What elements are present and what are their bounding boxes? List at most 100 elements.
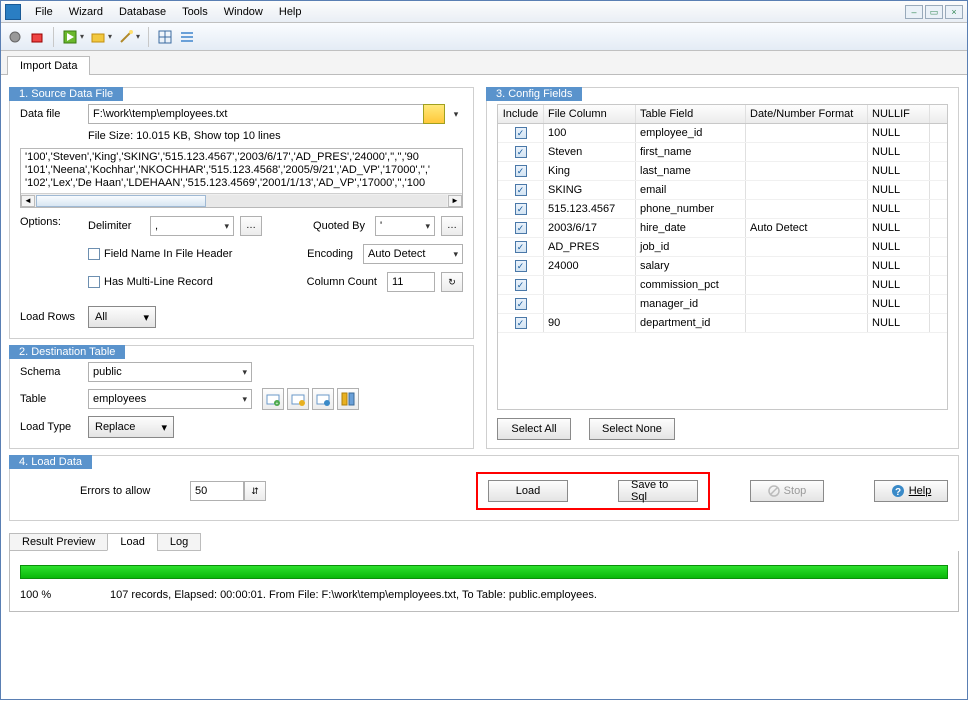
menu-database[interactable]: Database	[111, 4, 174, 20]
schema-select[interactable]: public▾	[88, 362, 252, 382]
cell-nullif: NULL	[868, 295, 930, 313]
close-button[interactable]: ×	[945, 5, 963, 19]
table-action-2-button[interactable]	[287, 388, 309, 410]
toolbar-folder-dropdown[interactable]: ▾	[90, 29, 112, 45]
toolbar-icon-1[interactable]	[7, 29, 23, 45]
svg-text:?: ?	[895, 487, 901, 498]
table-row[interactable]: ✓Kinglast_nameNULL	[498, 162, 947, 181]
scrollbar-thumb[interactable]	[36, 195, 206, 207]
quotedby-label: Quoted By	[303, 220, 365, 232]
columncount-detect-button[interactable]: ↻	[441, 272, 463, 292]
main-tabstrip: Import Data	[1, 51, 967, 74]
cell-tablefield: job_id	[636, 238, 746, 256]
delimiter-select[interactable]: ,▾	[150, 216, 234, 236]
include-checkbox[interactable]: ✓	[515, 127, 527, 139]
save-to-sql-button[interactable]: Save to Sql	[618, 480, 698, 502]
col-nullif[interactable]: NULLIF	[868, 105, 930, 123]
table-row[interactable]: ✓515.123.4567phone_numberNULL	[498, 200, 947, 219]
multiline-checkbox[interactable]: Has Multi-Line Record	[88, 276, 213, 288]
cell-nullif: NULL	[868, 314, 930, 332]
load-button[interactable]: Load	[488, 480, 568, 502]
table-row[interactable]: ✓Stevenfirst_nameNULL	[498, 143, 947, 162]
menu-wizard[interactable]: Wizard	[61, 4, 111, 20]
datafile-history-dropdown[interactable]: ▾	[449, 109, 463, 120]
cell-filecolumn: Steven	[544, 143, 636, 161]
select-all-button[interactable]: Select All	[497, 418, 571, 440]
table-row[interactable]: ✓90department_idNULL	[498, 314, 947, 333]
cell-datefmt	[746, 276, 868, 294]
toolbar-run-dropdown[interactable]: ▾	[62, 29, 84, 45]
columncount-input[interactable]: 11	[387, 272, 435, 292]
errors-stepper[interactable]: ⇵	[244, 481, 266, 501]
table-row[interactable]: ✓100employee_idNULL	[498, 124, 947, 143]
menu-window[interactable]: Window	[216, 4, 271, 20]
menubar: File Wizard Database Tools Window Help –…	[1, 1, 967, 23]
table-row[interactable]: ✓commission_pctNULL	[498, 276, 947, 295]
loadrows-select[interactable]: All▾	[88, 306, 156, 328]
cell-nullif: NULL	[868, 219, 930, 237]
preview-scrollbar[interactable]: ◄ ►	[21, 193, 462, 207]
table-row[interactable]: ✓manager_idNULL	[498, 295, 947, 314]
toolbar-list-icon[interactable]	[179, 29, 195, 45]
menu-file[interactable]: File	[27, 4, 61, 20]
table-action-3-button[interactable]	[312, 388, 334, 410]
datafile-input[interactable]: F:\work\temp\employees.txt	[88, 104, 424, 124]
tab-log[interactable]: Log	[157, 533, 201, 551]
col-include[interactable]: Include	[498, 105, 544, 123]
scrollbar-right-icon[interactable]: ►	[448, 195, 462, 207]
col-datefmt[interactable]: Date/Number Format	[746, 105, 868, 123]
help-icon: ?	[891, 484, 905, 498]
toolbar-icon-2[interactable]	[29, 29, 45, 45]
col-tablefield[interactable]: Table Field	[636, 105, 746, 123]
include-checkbox[interactable]: ✓	[515, 241, 527, 253]
toolbar-grid-icon[interactable]	[157, 29, 173, 45]
include-checkbox[interactable]: ✓	[515, 317, 527, 329]
quotedby-more-button[interactable]: …	[441, 216, 463, 236]
maximize-button[interactable]: ▭	[925, 5, 943, 19]
fieldname-in-header-checkbox[interactable]: Field Name In File Header	[88, 248, 232, 260]
table-select[interactable]: employees▾	[88, 389, 252, 409]
quotedby-select[interactable]: '▾	[375, 216, 435, 236]
toolbar-wand-dropdown[interactable]: ▾	[118, 29, 140, 45]
tab-load[interactable]: Load	[107, 533, 157, 551]
output-panel: 100 % 107 records, Elapsed: 00:00:01. Fr…	[9, 551, 959, 612]
include-checkbox[interactable]: ✓	[515, 222, 527, 234]
cell-datefmt	[746, 257, 868, 275]
include-checkbox[interactable]: ✓	[515, 146, 527, 158]
errors-to-allow-input[interactable]: 50	[190, 481, 244, 501]
tab-result-preview[interactable]: Result Preview	[9, 533, 108, 551]
tab-import-data[interactable]: Import Data	[7, 56, 90, 75]
browse-file-button[interactable]	[423, 104, 445, 124]
include-checkbox[interactable]: ✓	[515, 279, 527, 291]
cell-tablefield: last_name	[636, 162, 746, 180]
cell-tablefield: phone_number	[636, 200, 746, 218]
delimiter-more-button[interactable]: …	[240, 216, 262, 236]
include-checkbox[interactable]: ✓	[515, 165, 527, 177]
table-row[interactable]: ✓24000salaryNULL	[498, 257, 947, 276]
table-action-4-button[interactable]	[337, 388, 359, 410]
table-action-1-button[interactable]: +	[262, 388, 284, 410]
help-button[interactable]: ? Help	[874, 480, 948, 502]
scrollbar-left-icon[interactable]: ◄	[21, 195, 35, 207]
menu-tools[interactable]: Tools	[174, 4, 216, 20]
include-checkbox[interactable]: ✓	[515, 184, 527, 196]
table-row[interactable]: ✓2003/6/17hire_dateAuto DetectNULL	[498, 219, 947, 238]
table-row[interactable]: ✓SKINGemailNULL	[498, 181, 947, 200]
columncount-label: Column Count	[299, 276, 377, 288]
cell-nullif: NULL	[868, 257, 930, 275]
include-checkbox[interactable]: ✓	[515, 260, 527, 272]
cell-tablefield: hire_date	[636, 219, 746, 237]
stop-button[interactable]: Stop	[750, 480, 824, 502]
encoding-select[interactable]: Auto Detect▾	[363, 244, 463, 264]
errors-to-allow-label: Errors to allow	[80, 485, 170, 497]
loadtype-select[interactable]: Replace▾	[88, 416, 174, 438]
select-none-button[interactable]: Select None	[589, 418, 675, 440]
table-row[interactable]: ✓AD_PRESjob_idNULL	[498, 238, 947, 257]
col-filecolumn[interactable]: File Column	[544, 105, 636, 123]
include-checkbox[interactable]: ✓	[515, 203, 527, 215]
filesize-label: File Size: 10.015 KB, Show top 10 lines	[88, 130, 281, 142]
menu-help[interactable]: Help	[271, 4, 310, 20]
minimize-button[interactable]: –	[905, 5, 923, 19]
include-checkbox[interactable]: ✓	[515, 298, 527, 310]
cell-filecolumn: 2003/6/17	[544, 219, 636, 237]
